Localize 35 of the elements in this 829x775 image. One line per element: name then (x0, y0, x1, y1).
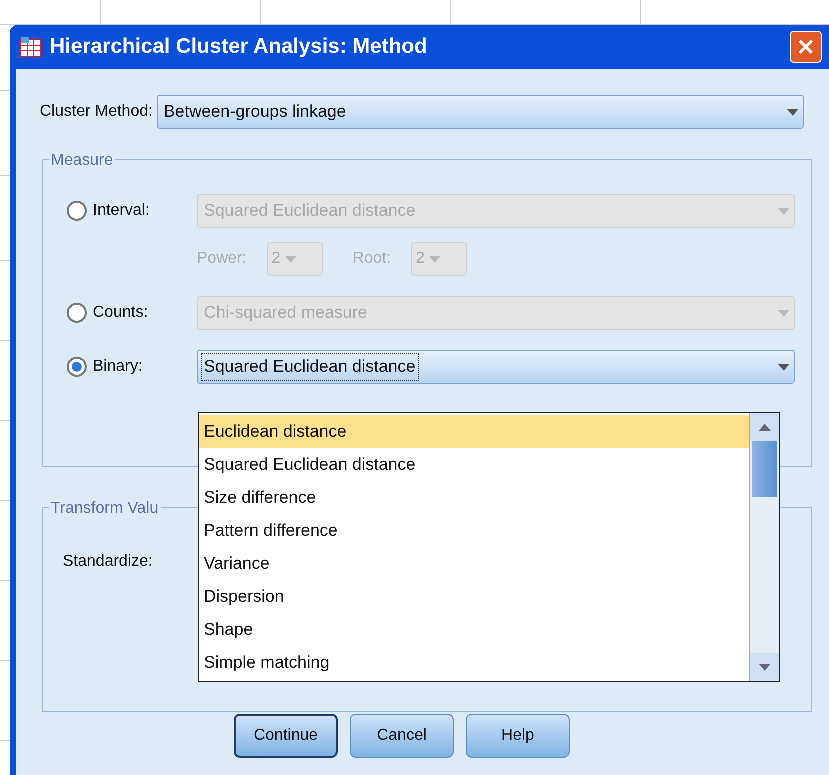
scroll-up-icon[interactable] (758, 424, 770, 430)
list-option[interactable]: Squared Euclidean distance (199, 448, 749, 481)
close-icon (798, 39, 814, 55)
list-option[interactable]: Pattern difference (199, 514, 749, 547)
list-option[interactable]: Variance (199, 547, 749, 580)
scroll-down-icon[interactable] (758, 664, 770, 670)
caret-icon (428, 256, 441, 262)
caret-icon (778, 364, 790, 370)
radio-label: Binary: (93, 357, 143, 377)
list-option[interactable]: Simple matching (199, 646, 749, 679)
close-button[interactable] (790, 31, 822, 63)
scroll-thumb[interactable] (752, 441, 777, 497)
dialog-button[interactable]: Continue (234, 714, 338, 758)
list-option[interactable]: Size difference (199, 481, 749, 514)
field-label: Root: (352, 249, 392, 269)
window-title: Hierarchical Cluster Analysis: Method (50, 34, 428, 60)
list-option[interactable]: Euclidean distance (199, 415, 749, 448)
dropdown-field[interactable]: Between-groups linkage (156, 95, 804, 129)
scrollbar[interactable] (749, 413, 779, 681)
dialog-button[interactable]: Cancel (350, 714, 454, 758)
field-label: Power: (197, 249, 247, 269)
caret-icon (787, 108, 799, 116)
dialog-button[interactable]: Help (466, 714, 570, 758)
list-option[interactable]: Dispersion (199, 580, 749, 613)
list-option[interactable]: Shape (199, 613, 749, 646)
radio-button[interactable] (67, 357, 87, 377)
field-label: Standardize: (63, 552, 153, 572)
field-label: Cluster Method: (40, 102, 153, 122)
caret-icon (778, 208, 790, 214)
dropdown-field[interactable]: Squared Euclidean distance (197, 350, 795, 384)
radio-label: Interval: (93, 201, 150, 221)
caret-icon (778, 310, 790, 316)
caret-icon (284, 256, 297, 262)
radio-label: Counts: (93, 303, 148, 323)
grid-icon (20, 36, 42, 58)
